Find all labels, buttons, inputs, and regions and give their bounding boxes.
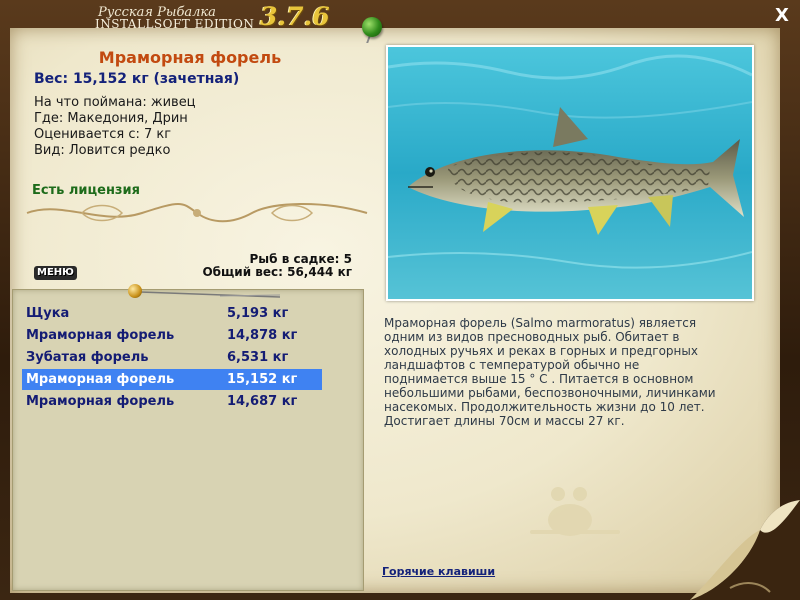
trout-image-icon: [388, 47, 752, 299]
list-item[interactable]: Щука 5,193 кг: [22, 303, 322, 324]
fish-title: Мраморная форель: [98, 48, 282, 67]
keepnet-total-weight: Общий вес: 56,444 кг: [202, 265, 352, 279]
list-item-weight: 15,152 кг: [227, 372, 298, 387]
keepnet-count: Рыб в садке: 5: [249, 252, 353, 266]
fish-location: Где: Македония, Дрин: [34, 111, 188, 126]
list-item-name: Щука: [26, 306, 70, 321]
green-pin-icon: [362, 17, 382, 37]
list-item[interactable]: Мраморная форель 14,687 кг: [22, 391, 322, 412]
menu-button[interactable]: МЕНЮ: [34, 266, 77, 280]
page-curl-icon: [690, 500, 800, 600]
close-button[interactable]: X: [772, 6, 792, 26]
list-item-weight: 5,193 кг: [227, 306, 289, 321]
fish-value: Оценивается с: 7 кг: [34, 127, 172, 142]
list-item-name: Мраморная форель: [26, 394, 175, 409]
list-item-weight: 14,687 кг: [227, 394, 298, 409]
fish-rarity: Вид: Ловится редко: [34, 143, 171, 158]
list-item-weight: 6,531 кг: [227, 350, 289, 365]
hotkeys-link[interactable]: Горячие клавиши: [382, 565, 495, 578]
fish-weight: Вес: 15,152 кг (зачетная): [34, 71, 240, 87]
list-item[interactable]: Мраморная форель 14,878 кг: [22, 325, 322, 346]
list-item-name: Мраморная форель: [26, 372, 175, 387]
fisherman-watermark-icon: [530, 487, 620, 536]
list-item-selected[interactable]: Мраморная форель 15,152 кг: [22, 369, 322, 390]
license-status: Есть лицензия: [32, 183, 140, 198]
app-version: 3.7.6: [260, 2, 330, 31]
list-item-name: Мраморная форель: [26, 328, 175, 343]
list-item-name: Зубатая форель: [26, 350, 149, 365]
ornament-divider-icon: [26, 203, 368, 223]
list-item-weight: 14,878 кг: [227, 328, 298, 343]
gold-pin-icon: [128, 284, 142, 298]
fish-bait: На что поймана: живец: [34, 95, 196, 110]
fish-photo: [386, 45, 754, 301]
pin-pointer-icon: [140, 291, 281, 298]
list-item[interactable]: Зубатая форель 6,531 кг: [22, 347, 322, 368]
catch-list: Щука 5,193 кг Мраморная форель 14,878 кг…: [12, 289, 364, 591]
fish-description: Мраморная форель (Salmo marmoratus) явля…: [384, 316, 716, 428]
